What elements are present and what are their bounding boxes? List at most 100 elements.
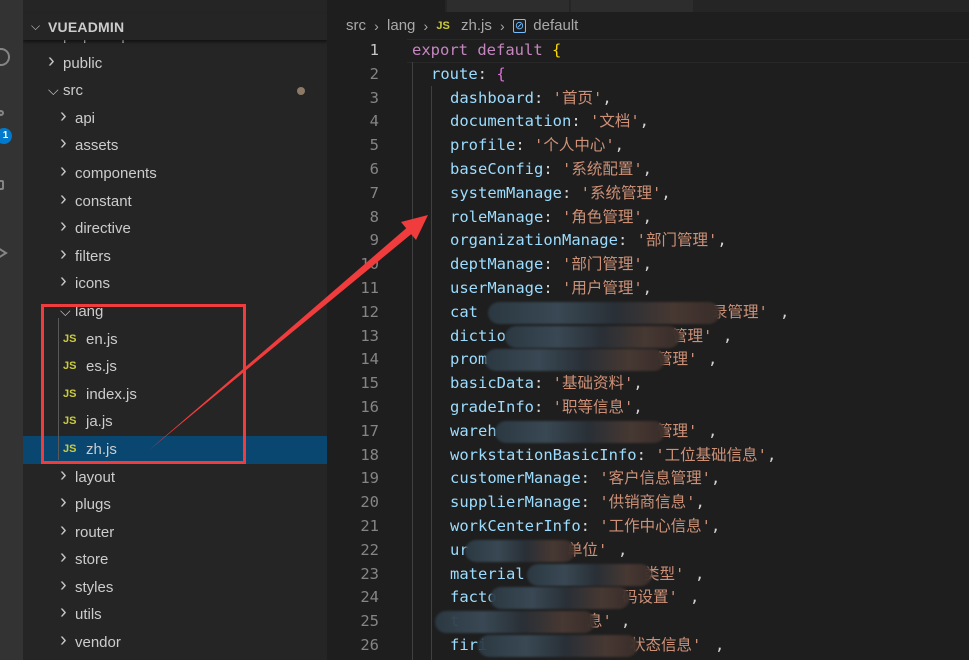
folder-item[interactable]: ⌵ src xyxy=(23,77,327,105)
code-line[interactable]: 1 export default { xyxy=(327,39,969,63)
code-text: documentation: '文档', xyxy=(450,110,649,134)
explorer-title: VUEADMIN xyxy=(48,19,125,35)
string-token: '供销商信息' xyxy=(599,493,696,512)
token: : xyxy=(515,136,534,155)
folder-label: directive xyxy=(75,220,131,238)
line-number: 8 xyxy=(369,207,379,226)
line-number: 18 xyxy=(360,445,379,464)
code-line[interactable]: 10 deptManage: '部门管理', xyxy=(327,253,969,277)
redaction-blur xyxy=(488,301,720,324)
code-line[interactable]: 21 workCenterInfo: '工作中心信息', xyxy=(327,515,969,539)
folder-item[interactable]: › public xyxy=(23,50,327,78)
token: : xyxy=(543,207,562,226)
folder-item[interactable]: › components xyxy=(23,160,327,188)
code-area[interactable]: 1 export default {2 route: {3 dashboard: '首… xyxy=(327,39,969,658)
folder-label: assets xyxy=(75,137,119,155)
code-line[interactable]: 17 wareh 管理', xyxy=(327,420,969,444)
chevron-right-icon: › xyxy=(60,601,67,624)
string-token: '用户管理' xyxy=(562,278,643,297)
breadcrumb-file[interactable]: zh.js xyxy=(461,16,492,36)
folder-item[interactable]: › store xyxy=(23,546,327,574)
code-line[interactable]: 16 gradeInfo: '职等信息', xyxy=(327,396,969,420)
folder-item[interactable]: › router xyxy=(23,519,327,547)
string-token: '工位基础信息' xyxy=(655,445,767,464)
sidebar-top xyxy=(23,0,327,14)
code-line[interactable]: 25t息', xyxy=(327,610,969,634)
property-token: baseConfig xyxy=(450,159,544,178)
folder-item[interactable]: › icons xyxy=(23,270,327,298)
run-debug-icon[interactable] xyxy=(0,180,10,198)
code-line[interactable]: 18 workstationBasicInfo: '工位基础信息', xyxy=(327,444,969,468)
line-number: 23 xyxy=(360,564,379,583)
folder-item[interactable]: › utils xyxy=(23,601,327,629)
line-number: 21 xyxy=(360,516,379,535)
line-number: 11 xyxy=(360,278,379,297)
code-line[interactable]: 8 roleManage: '角色管理', xyxy=(327,206,969,230)
line-number: 4 xyxy=(369,112,379,131)
chevron-right-icon: › xyxy=(423,18,429,35)
chevron-right-icon: › xyxy=(48,49,55,72)
folder-item[interactable]: › styles xyxy=(23,574,327,602)
code-line[interactable]: 24 facto 码设置', xyxy=(327,586,969,610)
code-line[interactable]: 3 dashboard: '首页', xyxy=(327,87,969,111)
token: , xyxy=(717,231,727,250)
breadcrumb-symbol[interactable]: default xyxy=(533,16,578,36)
string-token: '首页' xyxy=(552,88,603,107)
token: : xyxy=(617,231,637,250)
token: , xyxy=(602,88,612,107)
code-line[interactable]: 9 organizationManage: '部门管理', xyxy=(327,229,969,253)
folder-item[interactable]: › directive xyxy=(23,215,327,243)
redaction-blur xyxy=(505,325,680,348)
tab[interactable] xyxy=(571,0,693,12)
chevron-right-icon: › xyxy=(60,187,67,210)
token: : xyxy=(580,493,600,512)
line-number: 24 xyxy=(360,588,379,607)
extensions-icon[interactable] xyxy=(0,246,10,260)
code-line[interactable]: 13 dictio 管理', xyxy=(327,325,969,349)
folder-item[interactable]: › vendor xyxy=(23,629,327,657)
code-line[interactable]: 22 ur 单位', xyxy=(327,539,969,563)
line-number: 12 xyxy=(360,302,379,321)
token: , xyxy=(642,278,653,297)
source-control-badge: 1 xyxy=(0,128,12,144)
code-line[interactable]: 11 userManage: '用户管理', xyxy=(327,277,969,301)
folder-item[interactable]: › filters xyxy=(23,243,327,271)
keyword-token: export xyxy=(412,41,468,59)
code-line[interactable]: 14 prom 管理', xyxy=(327,348,969,372)
code-line[interactable]: 6 baseConfig: '系统配置', xyxy=(327,158,969,182)
token: : xyxy=(543,255,562,274)
breadcrumb-src[interactable]: src xyxy=(346,16,366,36)
code-line[interactable]: 15 basicData: '基础资料', xyxy=(327,372,969,396)
tab[interactable] xyxy=(447,0,569,12)
explorer-section-header[interactable]: ⌵ VUEADMIN xyxy=(23,14,327,40)
folder-item[interactable]: › constant xyxy=(23,188,327,216)
folder-item[interactable]: › api xyxy=(23,105,327,133)
code-line[interactable]: 26 firi 状态信息', xyxy=(327,634,969,658)
tab-active[interactable] xyxy=(327,0,445,12)
folder-item[interactable]: › layout xyxy=(23,464,327,492)
folder-label: store xyxy=(75,551,109,569)
folder-label: utils xyxy=(75,606,102,624)
folder-item[interactable]: › plugs xyxy=(23,491,327,519)
chevron-right-icon: › xyxy=(60,132,67,155)
source-control-icon[interactable] xyxy=(0,110,10,128)
code-text: route: { xyxy=(431,63,506,87)
code-line[interactable]: 23 material 类型', xyxy=(327,563,969,587)
code-line[interactable]: 19 customerManage: '客户信息管理', xyxy=(327,467,969,491)
folder-item[interactable]: › assets xyxy=(23,132,327,160)
variable-symbol-icon: ⊘ xyxy=(512,19,527,34)
code-line[interactable]: 20 supplierManage: '供销商信息', xyxy=(327,491,969,515)
token: , xyxy=(711,469,721,488)
breadcrumb-lang[interactable]: lang xyxy=(387,16,415,36)
code-line[interactable]: 5 profile: '个人中心', xyxy=(327,134,969,158)
code-line[interactable]: 12 cat 录管理', xyxy=(327,301,969,325)
search-icon[interactable] xyxy=(0,48,10,66)
folder-label: constant xyxy=(75,192,132,210)
code-line[interactable]: 7 systemManage: '系统管理', xyxy=(327,182,969,206)
code-line[interactable]: 4 documentation: '文档', xyxy=(327,110,969,134)
token: , xyxy=(723,326,733,345)
property-token: systemManage xyxy=(450,183,562,202)
redaction-blur xyxy=(485,349,665,372)
code-line[interactable]: 2 route: { xyxy=(327,63,969,87)
token: , xyxy=(639,112,650,131)
